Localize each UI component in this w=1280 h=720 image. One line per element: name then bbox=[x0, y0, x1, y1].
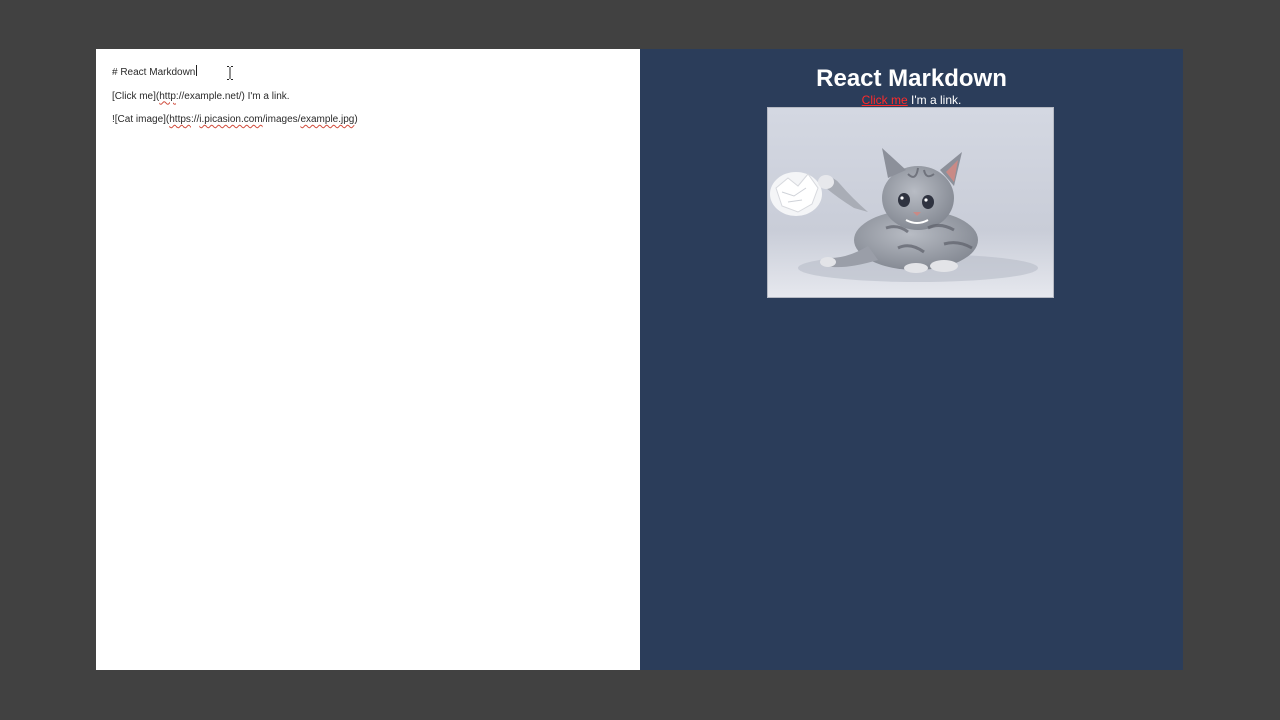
editor-line-heading[interactable]: # React Markdown bbox=[112, 65, 624, 79]
ibeam-cursor-icon bbox=[227, 66, 233, 80]
editor-line-image[interactable]: ![Cat image](https://i.picasion.com/imag… bbox=[112, 113, 624, 126]
text-caret bbox=[196, 65, 198, 76]
editor-line-image-text-7: ) bbox=[354, 114, 358, 125]
editor-line-image-text-4: i.picasion.com bbox=[199, 114, 263, 125]
preview-link-trailing-text: I'm a link. bbox=[907, 93, 962, 107]
editor-line-link[interactable]: [Click me](http://example.net/) I'm a li… bbox=[112, 90, 624, 103]
editor-line-heading-text: # React Markdown bbox=[112, 67, 196, 78]
editor-line-link-text-3: ://example.net/) I'm a link. bbox=[175, 90, 290, 102]
editor-line-image-text-5: /images/ bbox=[262, 114, 301, 125]
editor-line-image-text-1: ![Cat image]( bbox=[112, 114, 170, 125]
cat-image bbox=[767, 107, 1054, 298]
preview-paragraph: Click me I'm a link. bbox=[640, 93, 1183, 107]
markdown-app: # React Markdown [Click me](http://examp… bbox=[96, 49, 1183, 670]
editor-line-image-text-2: https bbox=[169, 114, 191, 125]
preview-heading: React Markdown bbox=[816, 65, 1007, 92]
editor-line-link-text-1: [Click me]( bbox=[112, 90, 160, 102]
editor-line-link-text-2: http bbox=[159, 90, 176, 102]
editor-line-image-text-6: example.jpg bbox=[300, 114, 355, 125]
markdown-editor[interactable]: # React Markdown [Click me](http://examp… bbox=[96, 49, 640, 670]
markdown-preview: React Markdown Click me I'm a link. bbox=[640, 49, 1183, 670]
preview-link[interactable]: Click me bbox=[862, 93, 908, 107]
cat-illustration bbox=[768, 108, 1053, 297]
